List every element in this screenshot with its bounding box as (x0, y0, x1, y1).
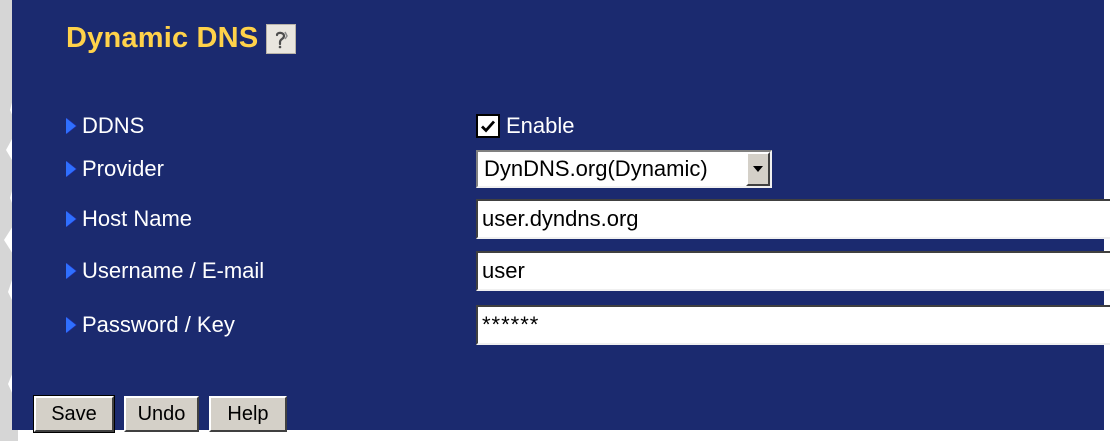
password-label-wrap: Password / Key (66, 314, 476, 336)
ddns-enable-label[interactable]: Enable (506, 113, 575, 139)
checkmark-icon (481, 120, 496, 133)
ddns-enable-control[interactable]: Enable (476, 113, 575, 139)
page-title: Dynamic DNS (66, 22, 259, 54)
provider-label: Provider (82, 156, 164, 181)
triangle-bullet-icon (66, 211, 76, 227)
triangle-bullet-icon (66, 161, 76, 177)
triangle-bullet-icon (66, 317, 76, 333)
triangle-bullet-icon (66, 118, 76, 134)
help-button[interactable]: Help (209, 396, 287, 432)
provider-selected-value[interactable]: DynDNS.org(Dynamic) (478, 152, 746, 186)
dynamic-dns-page: Dynamic DNS DDNS Enable Provider DynDNS.… (0, 0, 1110, 441)
password-input[interactable] (476, 305, 1110, 345)
ddns-row: DDNS Enable (66, 113, 575, 139)
undo-button[interactable]: Undo (124, 396, 199, 432)
provider-row: Provider DynDNS.org(Dynamic) (66, 150, 772, 188)
username-label-wrap: Username / E-mail (66, 260, 476, 282)
help-icon[interactable] (266, 23, 297, 54)
triangle-bullet-icon (66, 263, 76, 279)
password-row: Password / Key (66, 305, 1110, 345)
password-label: Password / Key (82, 312, 235, 337)
username-label: Username / E-mail (82, 258, 265, 283)
ddns-label: DDNS (82, 113, 145, 138)
username-row: Username / E-mail (66, 251, 1110, 291)
ddns-label-wrap: DDNS (66, 115, 476, 137)
ddns-enable-checkbox[interactable] (476, 114, 500, 138)
provider-label-wrap: Provider (66, 158, 476, 180)
host-name-label: Host Name (82, 206, 193, 231)
host-name-label-wrap: Host Name (66, 208, 476, 230)
host-name-input[interactable] (476, 199, 1110, 239)
action-buttons: Save Undo Help (33, 395, 287, 433)
username-input[interactable] (476, 251, 1110, 291)
save-button[interactable]: Save (33, 395, 115, 433)
title-row: Dynamic DNS (66, 22, 297, 55)
provider-select[interactable]: DynDNS.org(Dynamic) (476, 150, 772, 188)
host-name-row: Host Name (66, 199, 1110, 239)
chevron-down-icon[interactable] (746, 152, 770, 186)
settings-panel: Dynamic DNS DDNS Enable Provider DynDNS.… (12, 0, 1110, 433)
